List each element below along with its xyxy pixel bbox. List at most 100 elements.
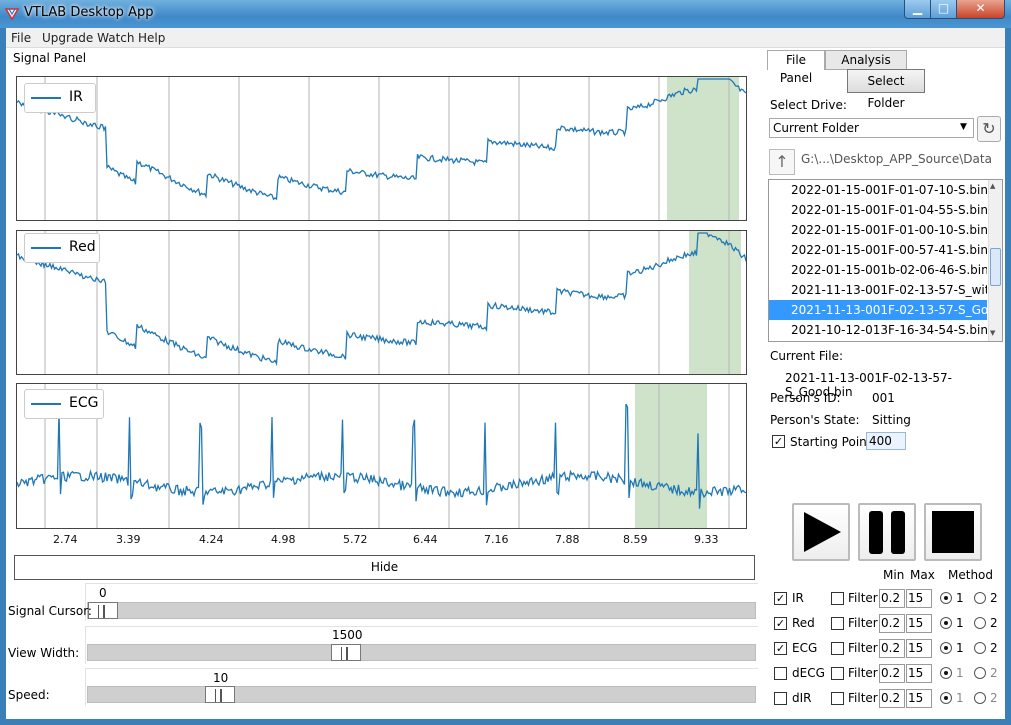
filter-checkbox[interactable]: [831, 617, 844, 630]
method-2-label: 2: [990, 616, 998, 630]
method-1-radio[interactable]: [940, 642, 952, 654]
scroll-down-icon[interactable]: ▼: [990, 329, 995, 337]
signal-trace: [17, 232, 746, 367]
min-input[interactable]: 0.2: [879, 689, 905, 708]
filter-label: Filter: [848, 641, 878, 655]
min-input[interactable]: 0.2: [879, 614, 905, 633]
file-list-scrollbar[interactable]: ▲ ▼: [988, 180, 1002, 341]
channel-label-ir: IR: [792, 591, 804, 605]
max-input[interactable]: 15: [906, 614, 932, 633]
method-1-label: 1: [956, 616, 964, 630]
stop-icon: [932, 511, 974, 553]
min-input[interactable]: 0.2: [879, 589, 905, 608]
file-list[interactable]: 2022-01-15-001F-01-07-10-S.bin 2022-01-1…: [768, 179, 1003, 342]
up-arrow-icon[interactable]: ↑: [769, 149, 795, 175]
play-icon: [804, 512, 841, 552]
close-button[interactable]: ✕: [956, 0, 1005, 19]
scroll-thumb[interactable]: [990, 248, 1001, 286]
speed-track[interactable]: [87, 686, 756, 703]
filter-checkbox[interactable]: [831, 642, 844, 655]
method-1-radio[interactable]: [940, 592, 952, 604]
channel-checkbox-ecg[interactable]: ✓: [774, 642, 787, 655]
tab-file-panel[interactable]: File Panel: [767, 50, 825, 85]
min-input[interactable]: 0.2: [879, 639, 905, 658]
method-2-radio[interactable]: [974, 592, 986, 604]
hide-button[interactable]: Hide: [14, 555, 755, 580]
channel-checkbox-decg[interactable]: [774, 667, 787, 680]
select-drive-label: Select Drive:: [770, 98, 847, 112]
x-tick-label: 7.88: [555, 533, 580, 546]
x-tick-label: 5.72: [343, 533, 368, 546]
view-width-label: View Width:: [8, 646, 80, 660]
view-width-track[interactable]: [87, 644, 756, 661]
drive-select[interactable]: Current Folder: [769, 118, 974, 138]
ir-legend-swatch: [31, 97, 61, 99]
list-item[interactable]: 2022-01-15-001F-01-07-10-S.bin: [769, 180, 987, 200]
method-1-radio[interactable]: [940, 667, 952, 679]
red-plot[interactable]: Red: [16, 230, 747, 375]
select-folder-button[interactable]: Select Folder: [847, 69, 925, 110]
play-button[interactable]: [792, 503, 850, 561]
method-2-label: 2: [990, 666, 998, 680]
method-1-radio[interactable]: [940, 692, 952, 704]
maximize-button[interactable]: □: [930, 0, 957, 19]
window-title: VTLAB Desktop App: [24, 5, 154, 20]
signal-cursor-track[interactable]: [87, 602, 756, 619]
ir-plot[interactable]: IR: [16, 76, 747, 221]
x-tick-label: 9.33: [694, 533, 719, 546]
list-item-selected[interactable]: 2021-11-13-001F-02-13-57-S_Good.bin: [769, 300, 987, 320]
list-item[interactable]: 2021-10-12-013F-16-34-54-S.bin: [769, 320, 987, 340]
list-item[interactable]: 2022-01-15-001b-02-06-46-S.bin: [769, 260, 987, 280]
app-logo-icon: [4, 8, 20, 20]
chevron-down-icon[interactable]: ▼: [960, 122, 967, 132]
view-width-handle[interactable]: [331, 644, 361, 661]
list-item[interactable]: 2022-01-15-001F-00-57-41-S.bin: [769, 240, 987, 260]
pause-icon: [869, 511, 905, 554]
list-item[interactable]: 2022-01-15-001F-01-00-10-S.bin: [769, 220, 987, 240]
method-header: Method: [948, 568, 994, 582]
filter-checkbox[interactable]: [831, 692, 844, 705]
method-2-radio[interactable]: [974, 617, 986, 629]
speed-handle[interactable]: [205, 686, 235, 703]
list-item[interactable]: 2022-01-15-001F-01-04-55-S.bin: [769, 200, 987, 220]
view-width-value: 1500: [332, 628, 363, 642]
signal-panel-title: Signal Panel: [13, 51, 87, 65]
ir-legend-label: IR: [69, 89, 83, 105]
method-2-label: 2: [990, 691, 998, 705]
method-2-radio[interactable]: [974, 642, 986, 654]
ecg-plot[interactable]: ECG: [16, 383, 747, 529]
channel-checkbox-dir[interactable]: [774, 692, 787, 705]
person-id-label: Person's ID:: [770, 391, 841, 405]
channel-label-ecg: ECG: [792, 641, 818, 655]
refresh-icon[interactable]: ↻: [977, 116, 1001, 142]
method-1-radio[interactable]: [940, 617, 952, 629]
menu-file[interactable]: File: [11, 31, 31, 45]
min-input[interactable]: 0.2: [879, 664, 905, 683]
ecg-legend: ECG: [24, 389, 104, 419]
starting-point-checkbox[interactable]: ✓: [772, 435, 785, 448]
max-input[interactable]: 15: [906, 639, 932, 658]
method-2-radio[interactable]: [974, 667, 986, 679]
menu-help[interactable]: Help: [138, 31, 165, 45]
signal-cursor-handle[interactable]: [88, 602, 118, 619]
max-input[interactable]: 15: [906, 664, 932, 683]
filter-checkbox[interactable]: [831, 592, 844, 605]
channel-checkbox-ir[interactable]: ✓: [774, 592, 787, 605]
x-tick-label: 6.44: [413, 533, 438, 546]
stop-button[interactable]: [924, 503, 982, 561]
x-tick-label: 4.98: [271, 533, 296, 546]
tab-analysis-panel[interactable]: Analysis Panel: [825, 50, 907, 85]
starting-point-input[interactable]: 400: [866, 432, 906, 450]
channel-label-red: Red: [792, 616, 815, 630]
filter-checkbox[interactable]: [831, 667, 844, 680]
max-input[interactable]: 15: [906, 689, 932, 708]
method-2-radio[interactable]: [974, 692, 986, 704]
x-tick-label: 2.74: [53, 533, 78, 546]
minimize-button[interactable]: ▁: [904, 0, 931, 19]
pause-button[interactable]: [858, 503, 916, 561]
max-input[interactable]: 15: [906, 589, 932, 608]
list-item[interactable]: 2021-11-13-001F-02-13-57-S_with_PC: [769, 280, 987, 300]
scroll-up-icon[interactable]: ▲: [990, 182, 995, 190]
channel-checkbox-red[interactable]: ✓: [774, 617, 787, 630]
menu-upgrade-watch[interactable]: Upgrade Watch: [42, 31, 134, 45]
